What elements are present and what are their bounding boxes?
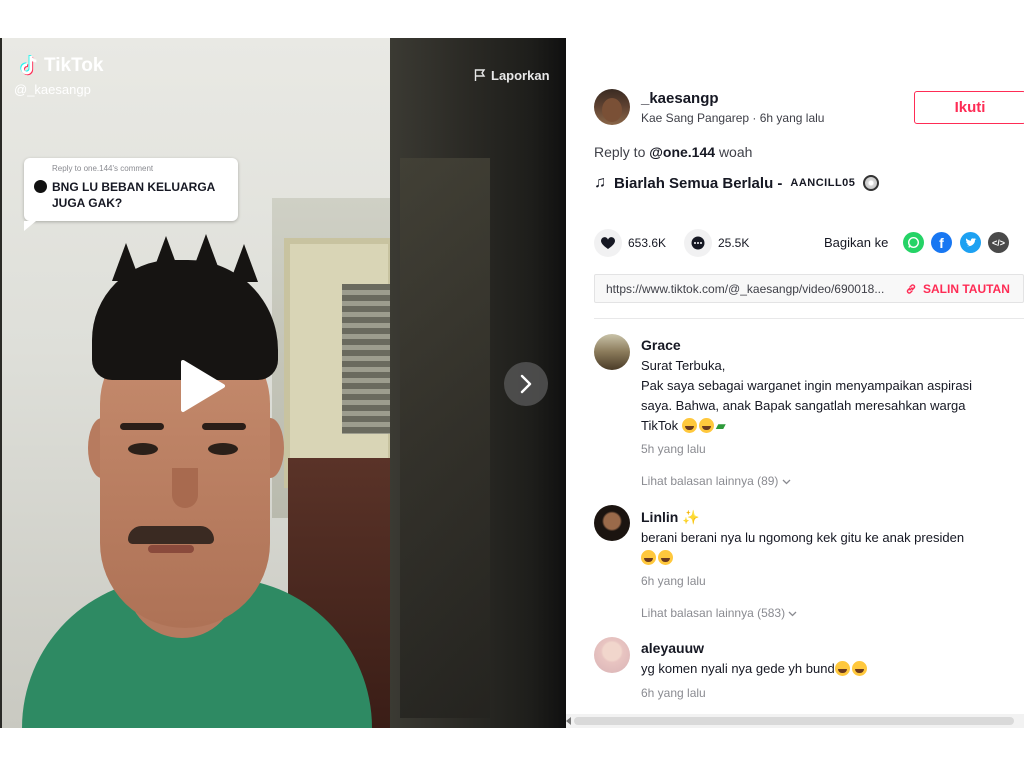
- like-button[interactable]: [594, 229, 622, 257]
- play-icon[interactable]: [177, 358, 227, 414]
- comment-avatar[interactable]: [594, 637, 630, 673]
- brand-name: TikTok: [44, 55, 104, 76]
- comment-line: Surat Terbuka,: [641, 358, 726, 373]
- reply-comment-text: BNG LU BEBAN KELUARGA JUGA GAK?: [52, 180, 215, 210]
- comment-line: saya. Bahwa, anak Bapak sangatlah meresa…: [641, 398, 966, 413]
- crying-emoji-icon: [681, 418, 697, 433]
- divider: [594, 318, 1024, 319]
- view-replies-button[interactable]: Lihat balasan lainnya (89): [641, 474, 791, 488]
- caption-prefix: Reply to: [594, 144, 646, 160]
- flag-icon: [474, 69, 486, 81]
- author-username[interactable]: _kaesangp: [641, 90, 719, 107]
- music-title: Biarlah Semua Berlalu -: [614, 174, 783, 192]
- comment-time: 6h yang lalu: [641, 686, 706, 700]
- hair-spike: [230, 244, 258, 282]
- comment-author[interactable]: Grace: [641, 337, 681, 353]
- comment-avatar[interactable]: [594, 505, 630, 541]
- comment-author[interactable]: aleyauuw: [641, 640, 704, 656]
- crying-emoji-icon: [641, 550, 656, 565]
- comment-emoji-row: [641, 548, 1011, 568]
- follow-button[interactable]: Ikuti: [914, 91, 1024, 124]
- report-label: Laporkan: [491, 68, 550, 83]
- twitter-icon[interactable]: [960, 232, 981, 253]
- comment-icon: [691, 236, 705, 250]
- page-bottom-area: [0, 728, 566, 768]
- facebook-icon[interactable]: f: [931, 232, 952, 253]
- scroll-left-icon[interactable]: [566, 717, 571, 725]
- cabinet-vent: [342, 284, 390, 434]
- hair-spike: [152, 236, 180, 274]
- video-link-url[interactable]: https://www.tiktok.com/@_kaesangp/video/…: [606, 282, 884, 296]
- eye: [208, 443, 238, 455]
- link-icon: [906, 284, 916, 294]
- caption-mention[interactable]: @one.144: [649, 144, 715, 160]
- video-username: @_kaesangp: [14, 82, 91, 97]
- crying-emoji-icon: [658, 550, 673, 565]
- crying-emoji-icon: [834, 661, 850, 676]
- music-note-icon: ♫: [594, 174, 606, 191]
- video-frame: TikTok @_kaesangp Reply to one.144's com…: [2, 38, 390, 728]
- music-disc-icon: [863, 175, 880, 191]
- comment-time: 6h yang lalu: [641, 574, 706, 588]
- comment-line: yg komen nyali nya gede yh bund: [641, 661, 835, 676]
- comment-line: berani berani nya lu ngomong kek gitu ke…: [641, 530, 965, 545]
- eye: [128, 443, 158, 455]
- comment-count: 25.5K: [718, 236, 750, 250]
- reply-to-label: Reply to one.144's comment: [52, 164, 154, 173]
- comment-text: yg komen nyali nya gede yh bund: [641, 659, 1011, 679]
- author-meta: Kae Sang Pangarep · 6h yang lalu: [641, 111, 825, 125]
- comment-text: berani berani nya lu ngomong kek gitu ke…: [641, 528, 1011, 568]
- scrollbar-thumb[interactable]: [574, 717, 1014, 725]
- commenter-avatar: [34, 180, 47, 193]
- copy-link-button[interactable]: SALIN TAUTAN: [905, 282, 1010, 296]
- video-caption: Reply to @one.144 woah: [594, 144, 752, 160]
- hair-spike: [192, 234, 220, 272]
- hair-spike: [112, 243, 140, 281]
- music-artist: AANCILL05: [790, 177, 856, 189]
- mustache: [128, 526, 214, 544]
- chevron-right-icon: [520, 374, 532, 394]
- caption-text: woah: [718, 144, 753, 160]
- share-label: Bagikan ke: [824, 235, 889, 250]
- next-video-button[interactable]: [504, 362, 548, 406]
- heart-icon: [601, 236, 615, 249]
- comment-button[interactable]: [684, 229, 712, 257]
- horizontal-scrollbar[interactable]: [566, 714, 1024, 728]
- copy-link-label: SALIN TAUTAN: [923, 282, 1010, 296]
- sparkles-emoji-icon: ✨: [682, 509, 700, 525]
- reply-comment-sticker: Reply to one.144's comment BNG LU BEBAN …: [24, 158, 238, 231]
- tiktok-note-icon: [20, 55, 37, 76]
- video-side-shadow: [400, 158, 490, 718]
- nose: [172, 468, 198, 508]
- whatsapp-icon[interactable]: [903, 232, 924, 253]
- chevron-down-icon: [788, 611, 797, 617]
- comment-author[interactable]: Linlin ✨: [641, 509, 700, 526]
- cabinet: [284, 238, 390, 488]
- crying-emoji-icon: [698, 418, 714, 433]
- crying-emoji-icon: [851, 661, 867, 676]
- embed-icon[interactable]: </>: [988, 232, 1009, 253]
- video-link-box: https://www.tiktok.com/@_kaesangp/video/…: [594, 274, 1024, 303]
- eyebrow: [120, 423, 164, 430]
- comment-time: 5h yang lalu: [641, 442, 706, 456]
- report-button[interactable]: Laporkan: [474, 68, 550, 83]
- view-replies-button[interactable]: Lihat balasan lainnya (583): [641, 606, 797, 620]
- chevron-down-icon: [782, 479, 791, 485]
- like-count: 653.6K: [628, 236, 667, 250]
- music-info[interactable]: ♫ Biarlah Semua Berlalu - AANCILL05: [594, 174, 880, 192]
- author-avatar[interactable]: [594, 89, 630, 125]
- eyebrow: [202, 423, 246, 430]
- gun-emoji-icon: ▰: [715, 418, 726, 433]
- mouth: [148, 545, 194, 553]
- comment-line: Pak saya sebagai warganet ingin menyampa…: [641, 378, 972, 393]
- tiktok-logo: TikTok: [18, 54, 103, 78]
- comment-avatar[interactable]: [594, 334, 630, 370]
- comment-text: Surat Terbuka, Pak saya sebagai warganet…: [641, 356, 1011, 436]
- comment-line: TikTok ▰: [641, 418, 726, 433]
- video-player[interactable]: TikTok @_kaesangp Reply to one.144's com…: [0, 38, 566, 728]
